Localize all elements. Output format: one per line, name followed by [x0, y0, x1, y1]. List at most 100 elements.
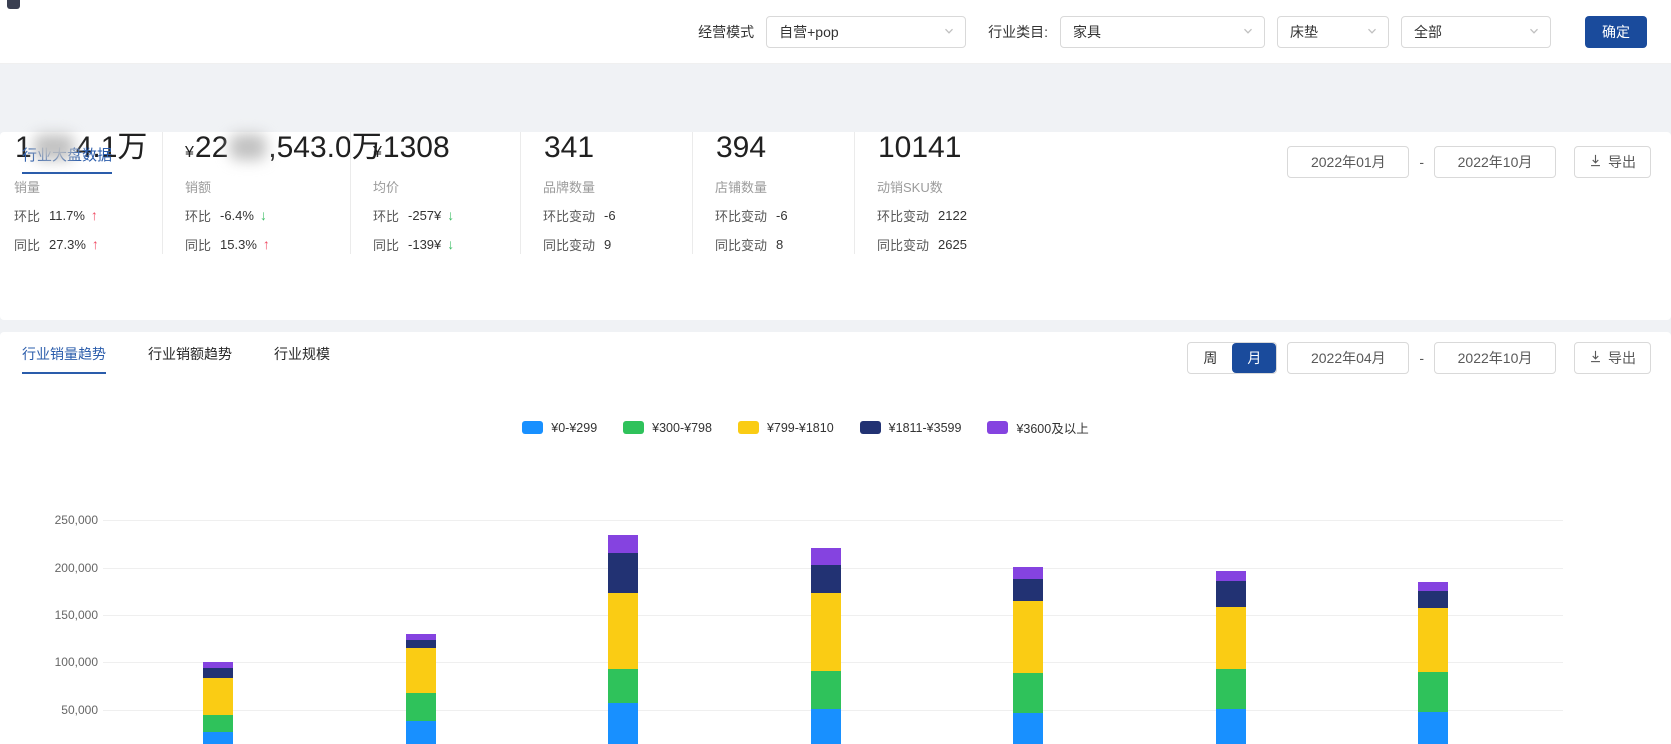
kpi-value: 10141 [878, 131, 962, 164]
subcategory-select-value: 床垫 [1290, 23, 1318, 40]
kpi-shop-count: 394 店铺数量 环比变动 -6 同比变动 8 [692, 132, 854, 254]
kpi-stat-row: 环比 -257¥ ↓ [373, 207, 455, 224]
category-select[interactable]: 家具 [1060, 15, 1265, 48]
kpi-stat-row: 环比变动 -6 [715, 208, 788, 224]
chevron-down-icon [1528, 24, 1540, 40]
bar-segment-202207[interactable] [810, 565, 841, 594]
y-axis-tick-label: 200,000 [54, 560, 98, 575]
bar-segment-202204[interactable] [203, 678, 233, 715]
bar-segment-202208[interactable] [1013, 712, 1043, 744]
kpi-active-sku-count: 10141 动销SKU数 环比变动 2122 同比变动 2625 [854, 132, 1084, 254]
bar-segment-202210[interactable] [1418, 590, 1448, 608]
chevron-down-icon [1242, 24, 1254, 40]
chevron-down-icon [943, 24, 955, 40]
bar-segment-202209[interactable] [1215, 709, 1246, 744]
bar-segment-202206[interactable] [608, 534, 638, 553]
kpi-label: 店铺数量 [715, 180, 768, 195]
overview-range-controls: 2022年01月 - 2022年10月 导出 [1287, 146, 1651, 178]
kpi-stat-row: 同比 27.3% ↑ [14, 236, 99, 253]
bar-segment-202206[interactable] [608, 703, 638, 744]
bar-segment-202208[interactable] [1013, 672, 1043, 713]
bar-segment-202210[interactable] [1418, 608, 1448, 672]
kpi-label: 销额 [185, 180, 212, 195]
kpi-sales-amount: ¥22,543.0万 销额 环比 -6.4% ↓ 同比 15.3% ↑ [162, 131, 382, 254]
mode-select-value: 自营+pop [779, 23, 839, 40]
logo-fragment [7, 0, 20, 9]
top-filter-bar: 经营模式 自营+pop 行业类目: 家具 床垫 全部 确定 [0, 0, 1671, 64]
bar-segment-202206[interactable] [608, 552, 638, 594]
bar-segment-202205[interactable] [405, 648, 436, 694]
mode-select[interactable]: 自营+pop [766, 15, 967, 48]
trend-arrow-icon: ↑ [90, 207, 98, 223]
third-level-select[interactable]: 全部 [1401, 15, 1551, 48]
bar-segment-202207[interactable] [810, 593, 841, 671]
kpi-value: ¥1308 [373, 131, 450, 164]
y-axis-tick-label: 50,000 [61, 702, 98, 717]
kpi-value: ¥22,543.0万 [185, 131, 382, 164]
trend-arrow-icon: ↓ [447, 207, 455, 223]
bar-segment-202206[interactable] [608, 593, 638, 670]
trend-arrow-icon: ↓ [259, 207, 267, 223]
bar-segment-202208[interactable] [1013, 567, 1043, 579]
bar-segment-202205[interactable] [405, 720, 436, 744]
kpi-value: 341 [544, 131, 595, 164]
bar-segment-202210[interactable] [1418, 671, 1448, 713]
bar-segment-202204[interactable] [203, 662, 233, 669]
export-label: 导出 [1608, 154, 1636, 170]
bar-segment-202207[interactable] [810, 670, 841, 709]
kpi-average-price: ¥1308 均价 环比 -257¥ ↓ 同比 -139¥ ↓ [350, 132, 520, 254]
bar-segment-202205[interactable] [405, 633, 436, 640]
overview-export-button[interactable]: 导出 [1574, 146, 1651, 178]
bar-segment-202209[interactable] [1215, 580, 1246, 607]
range-separator: - [1419, 154, 1424, 170]
subcategory-select[interactable]: 床垫 [1277, 15, 1389, 48]
overview-end-date-input[interactable]: 2022年10月 [1434, 146, 1556, 178]
kpi-stat-row: 环比 -6.4% ↓ [185, 207, 267, 224]
industry-overview-card: 行业大盘数据 2022年01月 - 2022年10月 导出 14.1万 销量 环… [0, 132, 1671, 320]
masked-value-patch [33, 134, 74, 160]
bar-segment-202210[interactable] [1418, 712, 1448, 744]
bar-segment-202207[interactable] [810, 548, 841, 566]
chevron-down-icon [1366, 24, 1378, 40]
kpi-label: 均价 [373, 180, 400, 195]
y-axis-tick-label: 150,000 [54, 608, 98, 622]
industry-trend-card: 行业销量趋势 行业销额趋势 行业规模 周 月 2022年04月 - 2022年1… [0, 332, 1671, 744]
bar-segment-202205[interactable] [405, 639, 436, 649]
overview-start-date-input[interactable]: 2022年01月 [1287, 146, 1410, 178]
kpi-stat-row: 环比变动 2122 [877, 208, 967, 224]
bar-segment-202204[interactable] [203, 668, 233, 679]
kpi-stat-row: 同比 15.3% ↑ [185, 236, 270, 253]
kpi-stat-row: 同比 -139¥ ↓ [373, 236, 455, 253]
bar-segment-202204[interactable] [203, 732, 233, 744]
bar-segment-202209[interactable] [1215, 570, 1246, 581]
trend-arrow-icon: ↑ [91, 236, 99, 252]
bar-segment-202206[interactable] [608, 669, 638, 704]
kpi-stat-row: 环比变动 -6 [543, 208, 616, 224]
trend-arrow-icon: ↑ [262, 236, 270, 252]
bar-segment-202204[interactable] [203, 714, 233, 733]
bar-segment-202209[interactable] [1215, 606, 1246, 669]
third-level-select-value: 全部 [1414, 23, 1442, 40]
kpi-value: 394 [716, 131, 767, 164]
bar-segment-202208[interactable] [1013, 601, 1043, 673]
gridline [103, 520, 1563, 522]
trend-arrow-icon: ↓ [447, 236, 455, 252]
y-axis-tick-label: 250,000 [54, 513, 98, 528]
bar-segment-202207[interactable] [810, 709, 841, 744]
mode-filter-label: 经营模式 [698, 23, 755, 40]
category-select-value: 家具 [1073, 23, 1101, 40]
kpi-stat-row: 环比 11.7% ↑ [14, 207, 98, 224]
download-icon [1589, 154, 1602, 170]
bar-segment-202208[interactable] [1013, 578, 1043, 602]
y-axis-tick-label: 100,000 [54, 655, 98, 670]
confirm-button[interactable]: 确定 [1585, 15, 1647, 48]
kpi-brand-count: 341 品牌数量 环比变动 -6 同比变动 9 [520, 132, 692, 254]
bar-segment-202210[interactable] [1418, 581, 1448, 591]
bar-segment-202205[interactable] [405, 693, 436, 721]
masked-value-patch [230, 134, 267, 160]
bar-segment-202209[interactable] [1215, 668, 1246, 709]
kpi-label: 品牌数量 [543, 180, 596, 195]
kpi-label: 动销SKU数 [877, 180, 943, 195]
kpi-label: 销量 [14, 180, 41, 195]
stacked-bar-chart: 050,000100,000150,000200,000250,00020220… [0, 332, 1671, 744]
